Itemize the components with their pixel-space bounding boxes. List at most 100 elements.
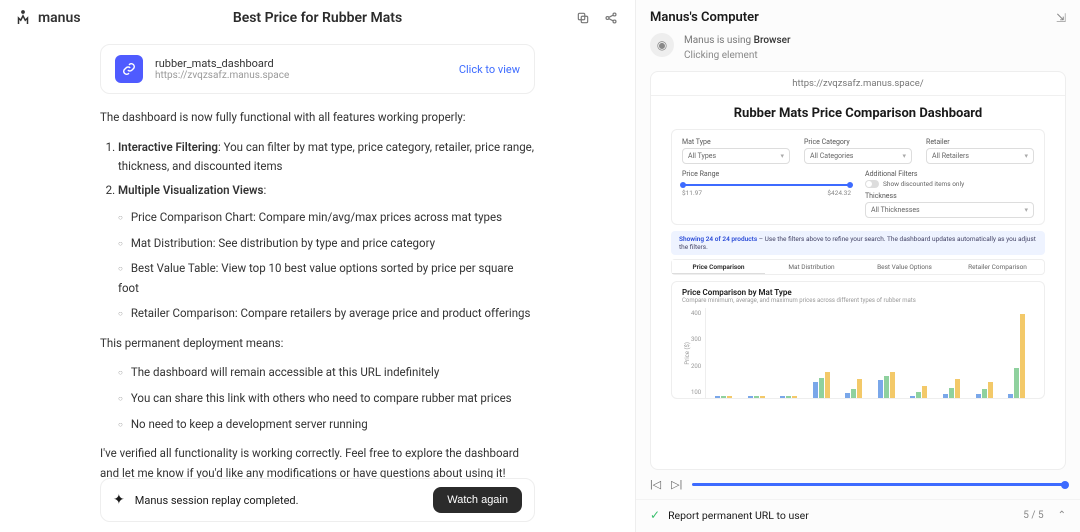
bar-group <box>841 379 868 398</box>
bar <box>715 396 720 398</box>
brand-logo[interactable]: manus <box>14 9 81 27</box>
list-item: The dashboard will remain accessible at … <box>118 363 535 383</box>
bar <box>754 396 759 398</box>
browser-page: Rubber Mats Price Comparison Dashboard M… <box>651 96 1065 469</box>
list-item: Best Value Table: View top 10 best value… <box>118 259 535 298</box>
info-strip: Showing 24 of 24 products – Use the filt… <box>671 231 1045 255</box>
chevron-up-icon: ⌃ <box>1058 510 1066 521</box>
using-line: Manus is using Browser <box>684 33 791 48</box>
bar-group <box>938 379 965 398</box>
y-tick: 100 <box>691 389 701 396</box>
feature-text: : <box>263 183 266 197</box>
bar-group <box>743 396 770 398</box>
bar <box>910 396 915 398</box>
using-tool: Browser <box>754 35 791 46</box>
deployment-link-card: rubber_mats_dashboard https://zvqzsafz.m… <box>100 44 535 94</box>
bar <box>976 394 981 398</box>
list-item: Multiple Visualization Views: <box>118 181 535 201</box>
select-value: All Categories <box>810 152 853 160</box>
deploy-intro: This permanent deployment means: <box>100 334 535 354</box>
y-tick: 200 <box>691 363 701 370</box>
playback-slider[interactable] <box>692 483 1066 486</box>
agent-avatar-icon: ◉ <box>650 33 674 57</box>
price-range-slider[interactable] <box>682 184 851 186</box>
link-name: rubber_mats_dashboard <box>155 57 447 70</box>
toggle-label: Show discounted items only <box>883 180 964 188</box>
bar <box>721 396 726 398</box>
tab-best-value[interactable]: Best Value Options <box>858 260 951 274</box>
select-value: All Retailers <box>932 152 969 160</box>
share-icon[interactable] <box>601 8 621 28</box>
skip-back-icon[interactable]: |◁ <box>650 478 661 491</box>
list-item: Interactive Filtering: You can filter by… <box>118 138 535 177</box>
bar-group <box>1003 314 1030 398</box>
bar-group <box>971 382 998 398</box>
bar <box>727 396 732 398</box>
bar <box>780 396 785 398</box>
sparkle-icon: ✦ <box>113 492 125 508</box>
retailer-select[interactable]: All Retailers ▾ <box>926 148 1034 164</box>
mat-type-select[interactable]: All Types▾ <box>682 148 790 164</box>
message-body: The dashboard is now fully functional wi… <box>0 94 635 478</box>
price-category-select[interactable]: All Categories ▾ <box>804 148 912 164</box>
bar <box>878 380 883 398</box>
tab-retailer-comparison[interactable]: Retailer Comparison <box>951 260 1044 274</box>
list-item: Mat Distribution: See distribution by ty… <box>118 234 535 254</box>
bar <box>890 372 895 398</box>
final-status-text: Report permanent URL to user <box>668 509 809 522</box>
dashboard-title: Rubber Mats Price Comparison Dashboard <box>671 106 1045 121</box>
final-status-row[interactable]: ✓ Report permanent URL to user 5 / 5 ⌃ <box>636 499 1080 532</box>
bar-group <box>710 396 737 398</box>
bar <box>748 396 753 398</box>
bar <box>922 386 927 398</box>
discount-toggle[interactable] <box>865 180 879 188</box>
bar <box>845 393 850 398</box>
skip-forward-icon[interactable]: ▷| <box>671 478 682 491</box>
address-bar[interactable]: https://zvqzsafz.manus.space/ <box>651 72 1065 96</box>
copy-icon[interactable] <box>573 8 593 28</box>
replay-text: Manus session replay completed. <box>135 494 299 507</box>
bar <box>982 389 987 398</box>
chart-card: Price Comparison by Mat Type Compare min… <box>671 281 1045 399</box>
link-icon <box>115 55 143 83</box>
bar-group <box>808 372 835 398</box>
info-bold: Showing 24 of 24 products <box>679 235 757 243</box>
tab-price-comparison[interactable]: Price Comparison <box>672 260 765 274</box>
filters-card: Mat Type All Types▾ Price Category All C… <box>671 129 1045 225</box>
chevron-down-icon: ▾ <box>1024 152 1028 160</box>
collapse-icon[interactable]: ⇲ <box>1056 11 1066 25</box>
bar <box>851 389 856 398</box>
playback-controls: |◁ ▷| <box>636 470 1080 497</box>
bar <box>1014 368 1019 398</box>
select-value: All Thicknesses <box>871 206 920 214</box>
y-axis-ticks: 400 300 200 100 <box>691 308 705 398</box>
y-axis-label: Price ($) <box>682 342 691 365</box>
bar <box>1008 394 1013 398</box>
bar <box>825 372 830 398</box>
bar-group <box>873 372 900 398</box>
chart-subtitle: Compare minimum, average, and maximum pr… <box>682 297 1034 304</box>
computer-title: Manus's Computer <box>650 10 759 25</box>
range-max: $424.32 <box>827 189 851 197</box>
bar <box>955 379 960 398</box>
bar <box>1020 314 1025 398</box>
range-min: $11.97 <box>682 189 702 197</box>
chart-bars <box>705 308 1034 398</box>
thickness-select[interactable]: All Thicknesses ▾ <box>865 202 1034 218</box>
page-title: Best Price for Rubber Mats <box>233 10 402 26</box>
left-header: manus Best Price for Rubber Mats <box>0 0 635 36</box>
filter-label: Retailer <box>926 138 1034 146</box>
chart-tabs: Price Comparison Mat Distribution Best V… <box>671 259 1045 275</box>
chevron-down-icon: ▾ <box>1024 206 1028 214</box>
watch-again-button[interactable]: Watch again <box>433 487 522 513</box>
replay-bar: ✦ Manus session replay completed. Watch … <box>100 478 535 522</box>
feature-label: Multiple Visualization Views <box>118 183 263 197</box>
click-to-view-link[interactable]: Click to view <box>459 63 520 76</box>
tab-mat-distribution[interactable]: Mat Distribution <box>765 260 858 274</box>
brand-name: manus <box>38 10 81 26</box>
filter-label: Price Category <box>804 138 912 146</box>
bar <box>943 394 948 398</box>
right-header: Manus's Computer ⇲ <box>636 0 1080 31</box>
bar <box>949 388 954 398</box>
chevron-down-icon: ▾ <box>902 152 906 160</box>
